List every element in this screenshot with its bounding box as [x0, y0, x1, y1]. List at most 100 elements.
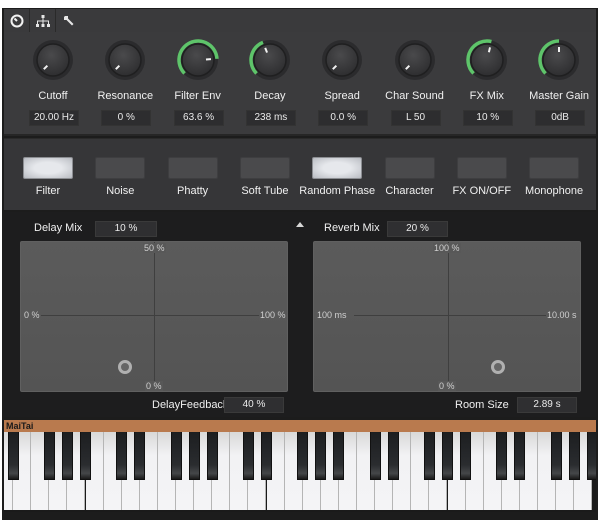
toggle-soft-tube[interactable] — [239, 157, 290, 179]
knob-value-char-sound[interactable]: L 50 — [390, 110, 441, 126]
knob-value-cutoff[interactable]: 20.00 Hz — [29, 110, 79, 126]
black-key[interactable] — [188, 432, 200, 480]
toggle-character[interactable] — [384, 157, 435, 179]
black-key[interactable] — [297, 432, 309, 480]
black-key[interactable] — [7, 432, 19, 480]
toggle-cell-soft-tube: Soft Tube — [221, 139, 293, 211]
delay-axis-top: 50 % — [143, 243, 166, 253]
toggle-cell-filter: Filter — [4, 139, 76, 211]
black-key[interactable] — [134, 432, 146, 480]
delay-mix-field[interactable]: 10 % — [95, 221, 157, 237]
reverb-mix-label: Reverb Mix — [324, 222, 380, 234]
delay-pad-vline — [154, 242, 155, 391]
knob-cell-filter-env: Filter Env 63.6 % — [160, 32, 232, 136]
toggle-cell-phatty: Phatty — [149, 139, 221, 211]
tab-bar — [4, 9, 596, 33]
delay-axis-bottom: 0 % — [145, 381, 163, 391]
knob-value-resonance[interactable]: 0 % — [101, 110, 152, 126]
knob-filter-env[interactable] — [176, 38, 220, 82]
knob-value-spread[interactable]: 0.0 % — [318, 110, 369, 126]
knob-cell-master-gain: Master Gain 0dB — [521, 32, 593, 136]
black-key[interactable] — [80, 432, 91, 480]
reverb-xy-pad[interactable]: 100 % 0 % 100 ms 10.00 s — [313, 241, 581, 392]
delay-axis-left: 0 % — [23, 310, 41, 320]
black-key[interactable] — [550, 432, 562, 480]
knob-label-cutoff: Cutoff — [38, 90, 68, 102]
reverb-axis-right: 10.00 s — [546, 310, 578, 320]
toggle-cell-random-phase: Random Phase — [293, 139, 375, 211]
delay-axis-right: 100 % — [259, 310, 287, 320]
tab-controls[interactable] — [4, 9, 30, 33]
fx-panel: Delay Mix 10 % Reverb Mix 20 % 50 % 0 % … — [4, 212, 596, 417]
knob-label-decay: Decay — [254, 90, 286, 102]
black-key[interactable] — [369, 432, 381, 480]
black-key[interactable] — [423, 432, 435, 480]
knob-cell-spread: Spread 0.0 % — [304, 32, 376, 136]
knob-cutoff[interactable] — [31, 38, 75, 82]
toggle-cell-noise: Noise — [76, 139, 148, 211]
black-key[interactable] — [442, 432, 453, 480]
knob-label-filter-env: Filter Env — [174, 90, 221, 102]
knob-char-sound[interactable] — [393, 38, 437, 82]
knob-value-filter-env[interactable]: 63.6 % — [173, 110, 224, 126]
knob-label-char-sound: Char Sound — [385, 90, 444, 102]
reverb-axis-bottom: 0 % — [438, 381, 456, 391]
black-key[interactable] — [586, 432, 596, 480]
knob-label-master-gain: Master Gain — [529, 90, 590, 102]
black-key[interactable] — [116, 432, 128, 480]
piano-keyboard — [4, 432, 596, 512]
black-key[interactable] — [261, 432, 272, 480]
toggle-cell-monophone: Monophone — [510, 139, 583, 211]
black-key[interactable] — [333, 432, 345, 480]
toggle-filter[interactable] — [23, 157, 73, 179]
black-key[interactable] — [206, 432, 218, 480]
black-key[interactable] — [387, 432, 399, 480]
toggle-label-monophone: Monophone — [525, 185, 584, 197]
reverb-mix-field[interactable]: 20 % — [387, 221, 448, 237]
knob-label-spread: Spread — [324, 90, 360, 102]
reverb-pad-handle[interactable] — [490, 360, 505, 375]
knob-master-gain[interactable] — [537, 38, 581, 82]
delay-feedback-field[interactable]: 40 % — [224, 397, 284, 413]
toggle-cell-character: Character — [366, 139, 438, 211]
knob-fx-mix[interactable] — [465, 38, 509, 82]
toggle-phatty[interactable] — [167, 157, 218, 179]
hierarchy-icon — [35, 15, 50, 27]
toggle-random-phase[interactable] — [312, 157, 363, 179]
knob-cell-resonance: Resonance 0 % — [87, 32, 159, 136]
black-key[interactable] — [568, 432, 580, 480]
black-key[interactable] — [43, 432, 55, 480]
tab-routing[interactable] — [30, 9, 56, 33]
toggle-noise[interactable] — [95, 157, 146, 179]
knob-decay[interactable] — [248, 38, 292, 82]
knob-value-fx-mix[interactable]: 10 % — [462, 110, 513, 126]
delay-mix-label: Delay Mix — [34, 222, 83, 234]
black-key[interactable] — [170, 432, 182, 480]
knob-cell-cutoff: Cutoff 20.00 Hz — [15, 32, 87, 136]
black-key[interactable] — [315, 432, 327, 480]
knob-resonance[interactable] — [103, 38, 147, 82]
knob-spread[interactable] — [320, 38, 364, 82]
delay-pad-handle[interactable] — [117, 360, 132, 375]
toggle-monophone[interactable] — [529, 157, 580, 179]
wrench-icon — [64, 16, 74, 26]
black-key[interactable] — [61, 432, 73, 480]
keyboard-title: MaiTai — [4, 420, 596, 432]
black-key[interactable] — [242, 432, 254, 480]
toggle-fx-on-off[interactable] — [456, 157, 507, 179]
black-key[interactable] — [514, 432, 526, 480]
reverb-pad-hline — [354, 315, 550, 316]
knob-value-decay[interactable]: 238 ms — [245, 110, 296, 126]
delay-feedback-label: DelayFeedback — [152, 399, 229, 411]
toggle-cell-fx-on-off: FX ON/OFF — [438, 139, 511, 211]
tab-settings[interactable] — [56, 9, 82, 33]
room-size-field[interactable]: 2.89 s — [517, 397, 577, 413]
toggle-panel: Filter Noise Phatty Soft Tube Random Phase Ch… — [4, 138, 596, 210]
delay-xy-pad[interactable]: 50 % 0 % 0 % 100 % — [20, 241, 288, 392]
black-key[interactable] — [460, 432, 472, 480]
black-key[interactable] — [496, 432, 508, 480]
knob-label-resonance: Resonance — [97, 90, 154, 102]
collapse-arrow-icon[interactable] — [296, 222, 304, 227]
knob-cell-char-sound: Char Sound L 50 — [377, 32, 449, 136]
knob-value-master-gain[interactable]: 0dB — [535, 110, 586, 126]
